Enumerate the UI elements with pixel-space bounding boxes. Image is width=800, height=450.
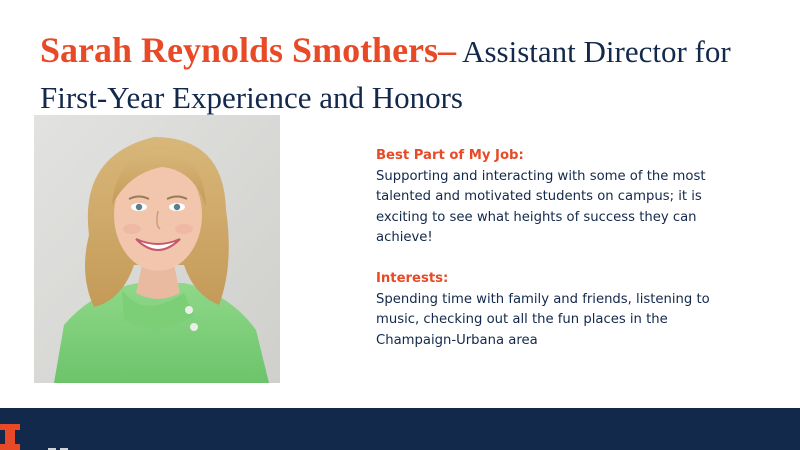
block-i-logo-icon bbox=[0, 424, 20, 450]
best-part-heading: Best Part of My Job: bbox=[376, 148, 524, 163]
staff-name: Sarah Reynolds Smothers– bbox=[40, 30, 457, 70]
best-part-text: Supporting and interacting with some of … bbox=[376, 168, 706, 246]
footer-bar bbox=[0, 408, 800, 450]
slide-title: Sarah Reynolds Smothers– Assistant Direc… bbox=[40, 30, 780, 124]
interests-heading: Interests: bbox=[376, 271, 449, 286]
profile-content: Best Part of My Job: Supporting and inte… bbox=[376, 146, 716, 372]
slide: Sarah Reynolds Smothers– Assistant Direc… bbox=[0, 0, 800, 450]
staff-photo bbox=[34, 115, 280, 383]
interests-text: Spending time with family and friends, l… bbox=[376, 291, 710, 348]
